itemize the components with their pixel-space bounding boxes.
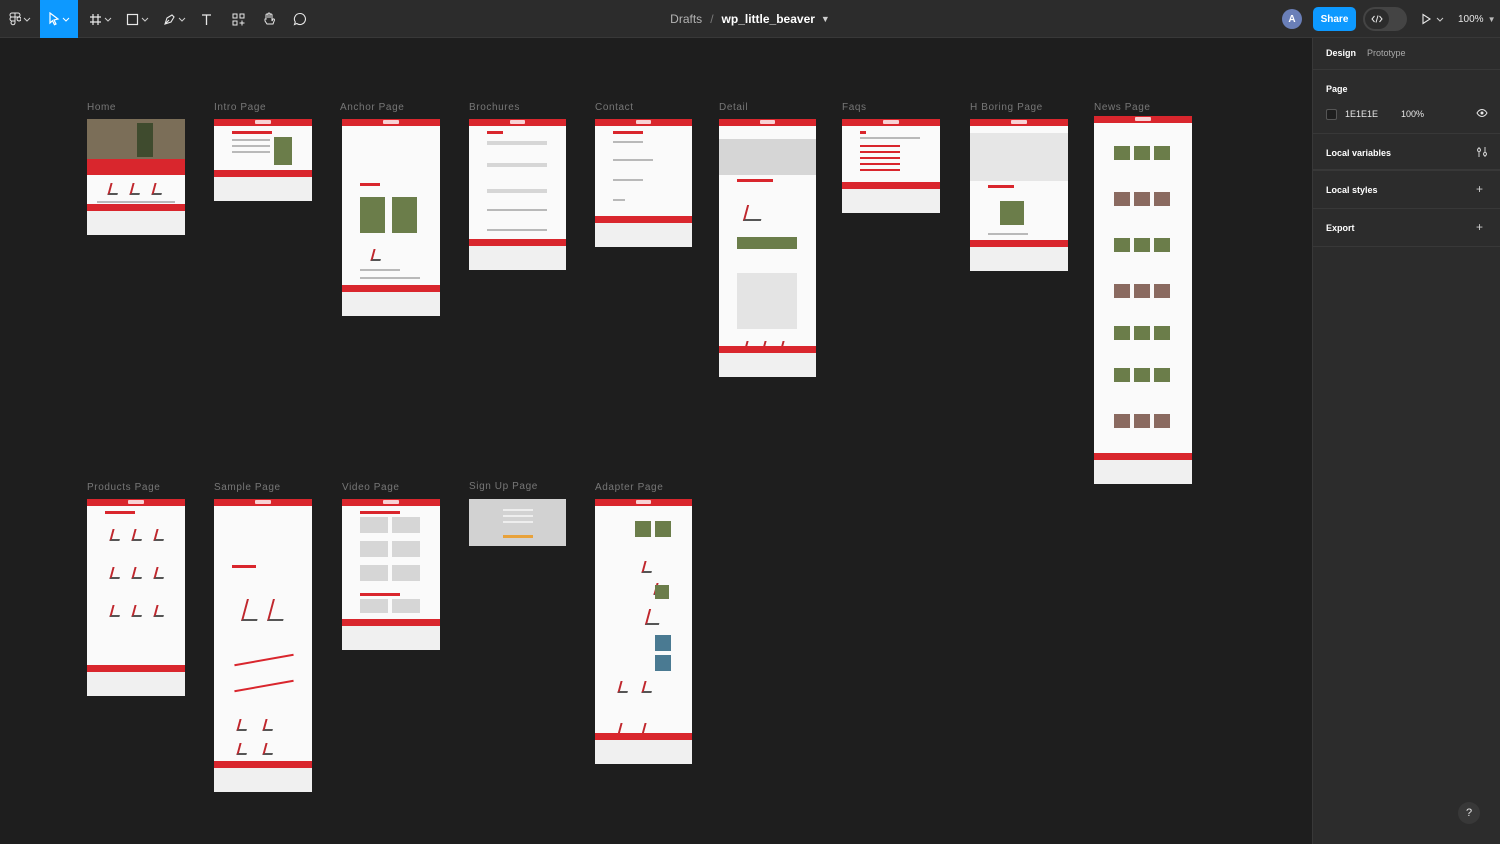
chevron-down-icon: ▼ [1487, 14, 1496, 24]
frame-label-products-page[interactable]: Products Page [87, 482, 160, 493]
toolbar: Drafts / wp_little_beaver ▼ A Share 100%… [0, 0, 1500, 38]
local-variables-section[interactable]: Local variables [1313, 133, 1500, 171]
frame-label-contact[interactable]: Contact [595, 102, 634, 113]
page-color-swatch[interactable] [1326, 109, 1337, 120]
export-label: Export [1326, 223, 1355, 233]
frame-label-sample-page[interactable]: Sample Page [214, 482, 281, 493]
hand-tool-button[interactable] [258, 0, 280, 38]
frame-faqs[interactable] [842, 119, 940, 213]
frame-sample-page[interactable] [214, 499, 312, 792]
local-styles-section[interactable]: Local styles + [1313, 171, 1500, 209]
hand-icon [264, 12, 275, 25]
frame-label-faqs[interactable]: Faqs [842, 102, 867, 113]
components-icon [232, 13, 244, 25]
breadcrumb-drafts[interactable]: Drafts [670, 12, 702, 26]
chevron-down-icon [104, 17, 111, 22]
cursor-arrow-icon [49, 12, 60, 26]
frame-products-page[interactable] [87, 499, 185, 696]
frame-intro-page[interactable] [214, 119, 312, 201]
comment-tool-button[interactable] [290, 0, 310, 38]
plus-icon[interactable]: + [1476, 221, 1483, 233]
main-menu-button[interactable] [6, 0, 34, 38]
text-t-icon [201, 13, 211, 25]
frame-label-brochures[interactable]: Brochures [469, 102, 520, 113]
resources-button[interactable] [228, 0, 248, 38]
frame-tool-button[interactable] [86, 0, 114, 38]
page-opacity[interactable]: 100% [1401, 109, 1424, 119]
frame-news-page[interactable] [1094, 116, 1192, 484]
code-brackets-icon [1365, 9, 1389, 29]
frame-label-video-page[interactable]: Video Page [342, 482, 400, 493]
frame-contact[interactable] [595, 119, 692, 247]
frame-label-intro-page[interactable]: Intro Page [214, 102, 266, 113]
frame-video-page[interactable] [342, 499, 440, 650]
chevron-down-icon [62, 17, 70, 22]
help-button[interactable]: ? [1458, 802, 1480, 824]
frame-brochures[interactable] [469, 119, 566, 270]
dev-mode-toggle[interactable] [1363, 7, 1407, 31]
chevron-down-icon[interactable]: ▼ [821, 14, 830, 24]
plus-icon[interactable]: + [1476, 183, 1483, 195]
chevron-down-icon [141, 17, 148, 22]
frame-detail[interactable] [719, 119, 816, 377]
frame-label-sign-up-page[interactable]: Sign Up Page [469, 481, 538, 492]
shape-tool-button[interactable] [122, 0, 152, 38]
chevron-down-icon [23, 17, 31, 22]
local-styles-label: Local styles [1326, 185, 1378, 195]
pen-nib-icon [163, 13, 175, 25]
rectangle-icon [126, 13, 138, 25]
avatar[interactable]: A [1282, 9, 1302, 29]
page-color-hex[interactable]: 1E1E1E [1345, 109, 1378, 119]
frame-label-home[interactable]: Home [87, 102, 116, 113]
properties-panel: Design Prototype Page 1E1E1E 100% Local … [1312, 38, 1500, 844]
present-button[interactable] [1420, 0, 1444, 38]
play-icon [1422, 13, 1432, 25]
local-variables-label: Local variables [1326, 148, 1392, 158]
canvas[interactable]: Home Intro Page Anchor Page Brochures Co… [0, 38, 1312, 844]
file-breadcrumb: Drafts / wp_little_beaver ▼ [0, 0, 1500, 38]
text-tool-button[interactable] [196, 0, 216, 38]
zoom-dropdown[interactable]: 100% ▼ [1458, 0, 1496, 38]
frame-anchor-page[interactable] [342, 119, 440, 316]
frame-label-h-boring-page[interactable]: H Boring Page [970, 102, 1043, 113]
tab-design[interactable]: Design [1326, 48, 1356, 58]
figma-logo-icon [9, 12, 21, 26]
frame-sign-up-page[interactable] [469, 499, 566, 546]
export-section[interactable]: Export + [1313, 209, 1500, 247]
frame-adapter-page[interactable] [595, 499, 692, 764]
frame-home[interactable] [87, 119, 185, 235]
frame-label-news-page[interactable]: News Page [1094, 102, 1151, 113]
file-name[interactable]: wp_little_beaver [722, 12, 815, 26]
eye-icon[interactable] [1476, 108, 1488, 118]
chevron-down-icon [178, 17, 185, 22]
comment-bubble-icon [293, 12, 306, 26]
frame-hash-icon [89, 13, 101, 25]
pen-tool-button[interactable] [160, 0, 188, 38]
tab-prototype[interactable]: Prototype [1367, 48, 1406, 58]
frame-label-adapter-page[interactable]: Adapter Page [595, 482, 663, 493]
variables-sliders-icon[interactable] [1476, 146, 1488, 158]
frame-h-boring-page[interactable] [970, 119, 1068, 271]
move-tool-button[interactable] [40, 0, 78, 38]
panel-tabs: Design Prototype [1313, 38, 1500, 70]
page-section-title: Page [1326, 84, 1348, 94]
frame-label-anchor-page[interactable]: Anchor Page [340, 102, 404, 113]
zoom-value: 100% [1458, 13, 1484, 25]
frame-label-detail[interactable]: Detail [719, 102, 748, 113]
share-button[interactable]: Share [1313, 7, 1356, 31]
breadcrumb-separator: / [710, 12, 714, 26]
chevron-down-icon [1436, 17, 1444, 22]
